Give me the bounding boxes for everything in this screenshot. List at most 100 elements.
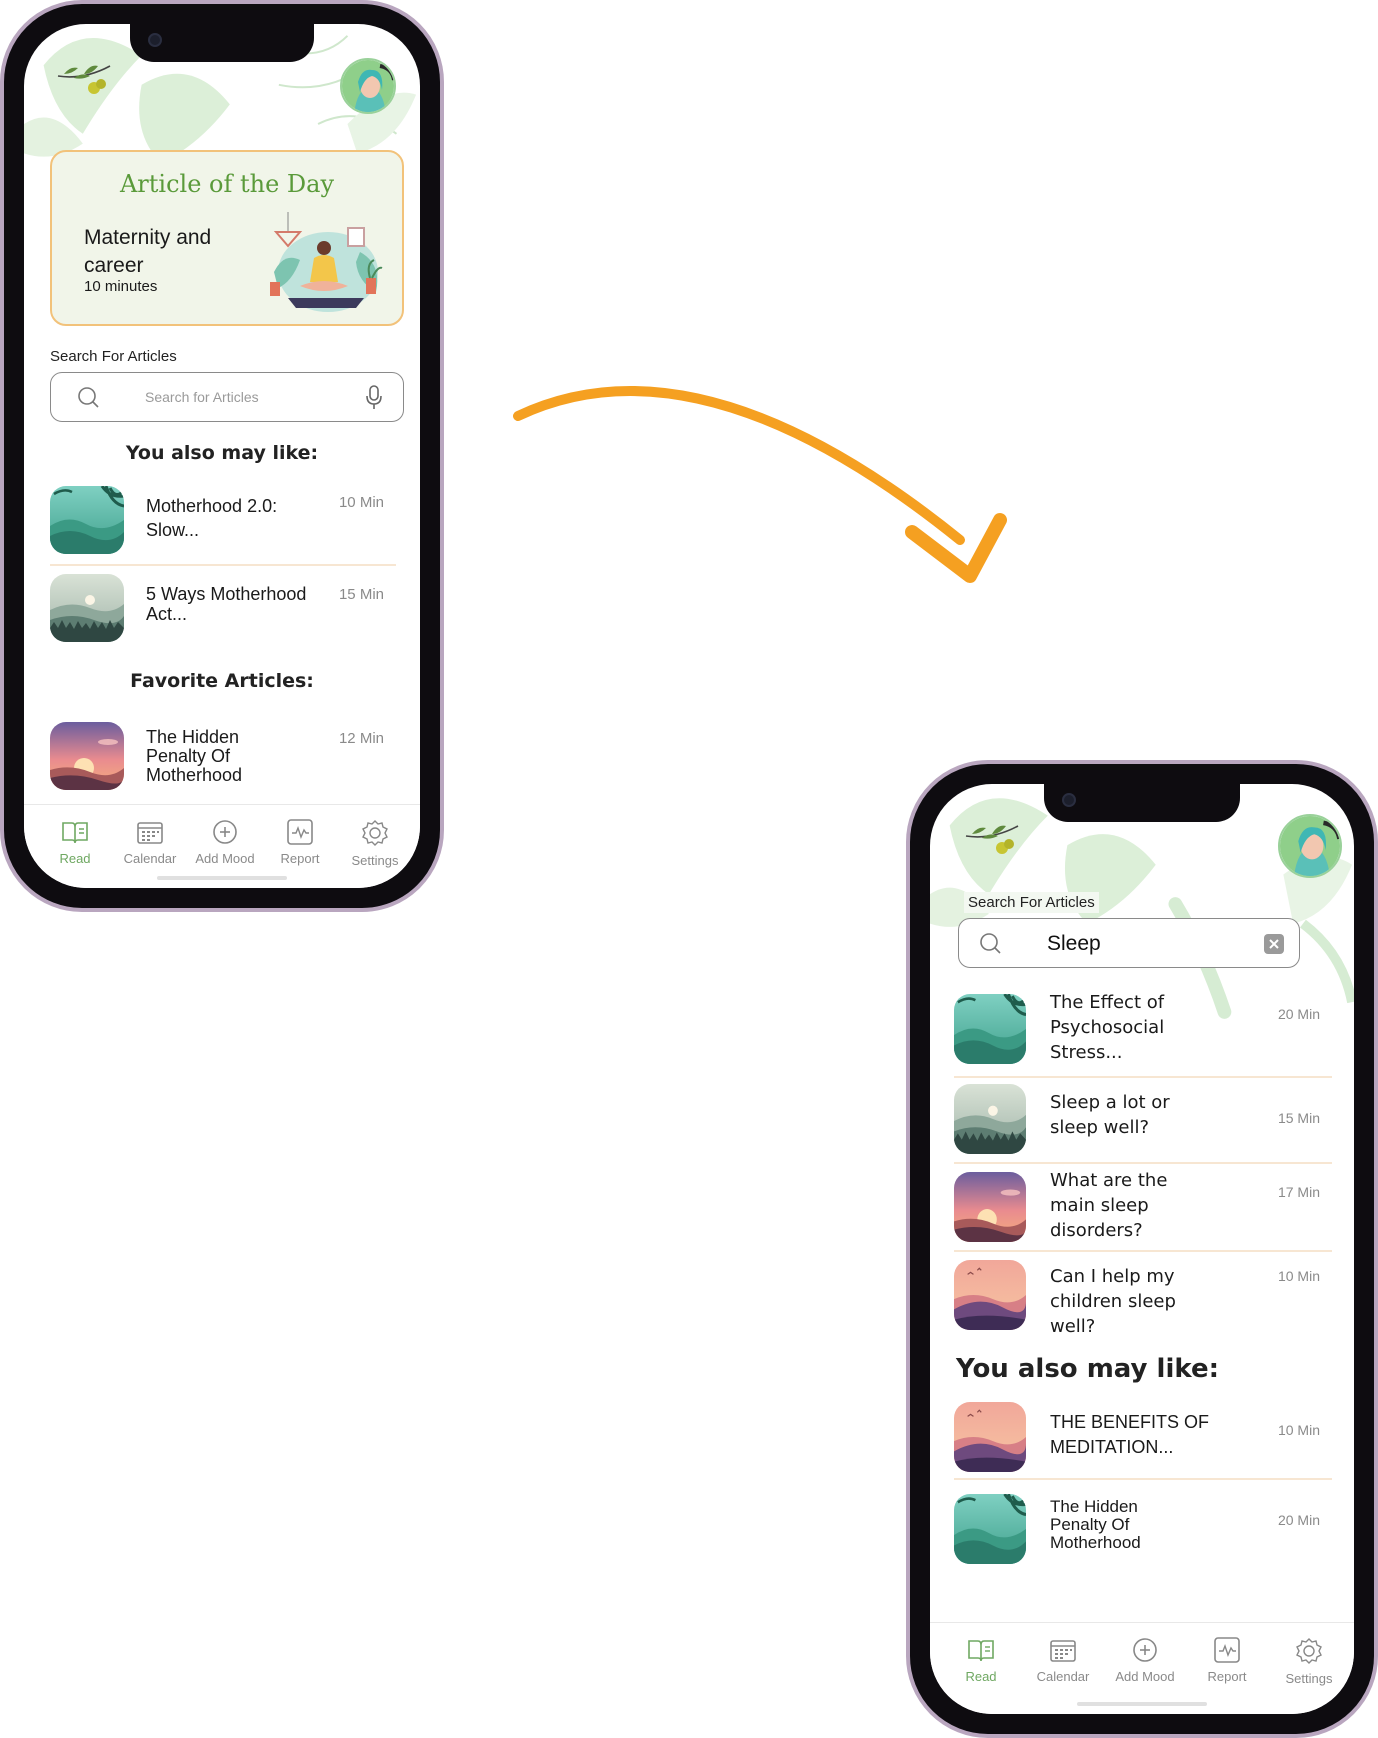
olive-branch-logo (965, 825, 1019, 854)
calendar-icon (1050, 1640, 1076, 1662)
tab-label: Calendar (123, 851, 177, 866)
search-icon (980, 933, 1001, 954)
divider (954, 1478, 1332, 1480)
list-item[interactable]: THE BENEFITS OF MEDITATION... 10 Min (954, 1400, 1332, 1474)
clear-icon[interactable] (1263, 933, 1285, 955)
list-item[interactable]: The Effect of Psychosocial Stress... 20 … (954, 990, 1332, 1070)
meditation-illustration (270, 212, 383, 312)
search-input[interactable]: Sleep (958, 918, 1300, 968)
screen-right: Search For Articles Sleep The Effect of … (930, 784, 1354, 1714)
notch (130, 24, 314, 62)
tab-bar: Read Calendar Add Mood Report Settings (24, 804, 420, 888)
olive-branch-logo (57, 65, 111, 94)
search-placeholder: Search for Articles (145, 389, 259, 405)
article-duration: 15 Min (1277, 1110, 1320, 1126)
tab-settings[interactable]: Settings (1274, 1637, 1344, 1686)
article-of-the-day-heading: Article of the Day (119, 170, 335, 198)
transition-arrow (513, 386, 1007, 583)
article-of-the-day-title: Maternity and career (84, 226, 212, 277)
tab-label: Report (280, 851, 320, 866)
article-of-the-day-card[interactable]: Article of the Day Maternity and career … (50, 150, 404, 326)
article-title: What are the main sleep disorders? (1050, 1170, 1168, 1241)
article-duration: 12 Min (338, 730, 384, 747)
article-duration: 15 Min (338, 586, 384, 603)
article-title: The Hidden Penalty Of Motherhood (1050, 1497, 1141, 1552)
gear-icon (1296, 1638, 1322, 1664)
article-duration: 10 Min (338, 494, 384, 511)
tab-report[interactable]: Report (265, 819, 335, 866)
article-of-the-day-duration: 10 minutes (84, 278, 158, 295)
list-item[interactable]: The Hidden Penalty Of Motherhood 12 Min (50, 722, 396, 790)
tab-label: Report (1207, 1669, 1247, 1684)
article-title: 5 Ways Motherhood Act... (146, 584, 307, 624)
plus-circle-icon (1133, 1638, 1157, 1662)
calendar-icon (137, 822, 163, 844)
article-title: Sleep a lot or sleep well? (1050, 1092, 1170, 1138)
list-item[interactable]: Motherhood 2.0: Slow... 10 Min (50, 486, 396, 554)
plus-circle-icon (213, 820, 237, 844)
book-icon (62, 822, 88, 844)
microphone-icon[interactable] (365, 385, 383, 411)
home-indicator (1077, 1702, 1207, 1706)
report-icon (1214, 1637, 1240, 1663)
article-thumbnail (50, 722, 124, 790)
tab-label: Settings (1285, 1671, 1333, 1686)
tab-read[interactable]: Read (40, 819, 110, 866)
article-thumbnail (954, 994, 1026, 1064)
article-thumbnail (954, 1402, 1026, 1472)
list-item[interactable]: What are the main sleep disorders? 17 Mi… (954, 1168, 1332, 1248)
phone-frame-left: Article of the Day Maternity and career … (0, 0, 444, 912)
search-value: Sleep (1047, 932, 1101, 955)
tab-report[interactable]: Report (1192, 1637, 1262, 1684)
notch (1044, 784, 1240, 822)
gear-icon (362, 820, 388, 846)
list-item[interactable]: The Hidden Penalty Of Motherhood 20 Min (954, 1492, 1332, 1566)
avatar[interactable] (1278, 814, 1342, 878)
search-icon (78, 387, 99, 408)
divider (50, 564, 396, 566)
tab-read[interactable]: Read (946, 1637, 1016, 1684)
article-duration: 10 Min (1277, 1268, 1320, 1284)
search-label: Search For Articles (964, 892, 1099, 913)
divider (954, 1162, 1332, 1164)
tab-label: Read (965, 1669, 997, 1684)
article-duration: 20 Min (1277, 1006, 1320, 1022)
tab-add-mood[interactable]: Add Mood (190, 819, 260, 866)
home-indicator (157, 876, 287, 880)
list-item[interactable]: Can I help my children sleep well? 10 Mi… (954, 1258, 1332, 1337)
also-like-heading: You also may like: (125, 442, 319, 464)
article-thumbnail (954, 1260, 1026, 1330)
list-item[interactable]: Sleep a lot or sleep well? 15 Min (954, 1082, 1332, 1156)
search-label: Search For Articles (50, 348, 177, 365)
book-icon (968, 1640, 994, 1662)
article-duration: 10 Min (1277, 1422, 1320, 1438)
also-like-heading: You also may like: (956, 1354, 1219, 1384)
phone-frame-right: Search For Articles Sleep The Effect of … (906, 760, 1378, 1738)
tab-calendar[interactable]: Calendar (1028, 1637, 1098, 1684)
article-duration: 17 Min (1277, 1184, 1320, 1200)
article-title: THE BENEFITS OF MEDITATION... (1050, 1412, 1210, 1457)
list-item[interactable]: 5 Ways Motherhood Act... 15 Min (50, 574, 396, 642)
article-thumbnail (50, 486, 124, 554)
article-thumbnail (954, 1084, 1026, 1154)
favorites-heading: Favorite Articles: (130, 670, 314, 692)
article-thumbnail (954, 1172, 1026, 1242)
tab-calendar[interactable]: Calendar (115, 819, 185, 866)
search-input[interactable]: Search for Articles (50, 372, 404, 422)
tab-label: Read (59, 851, 91, 866)
avatar[interactable] (340, 58, 396, 114)
article-thumbnail (50, 574, 124, 642)
article-title: Can I help my children sleep well? (1050, 1266, 1176, 1337)
tab-bar: Read Calendar Add Mood Report Settings (930, 1622, 1354, 1714)
article-title: The Hidden Penalty Of Motherhood (146, 727, 243, 785)
divider (954, 1076, 1332, 1078)
tab-label: Add Mood (195, 851, 255, 866)
divider (954, 1250, 1332, 1252)
article-thumbnail (954, 1494, 1026, 1564)
tab-label: Calendar (1036, 1669, 1090, 1684)
tab-settings[interactable]: Settings (340, 819, 410, 868)
tab-add-mood[interactable]: Add Mood (1110, 1637, 1180, 1684)
article-duration: 20 Min (1277, 1512, 1320, 1528)
tab-label: Add Mood (1115, 1669, 1175, 1684)
article-title: The Effect of Psychosocial Stress... (1050, 992, 1165, 1063)
